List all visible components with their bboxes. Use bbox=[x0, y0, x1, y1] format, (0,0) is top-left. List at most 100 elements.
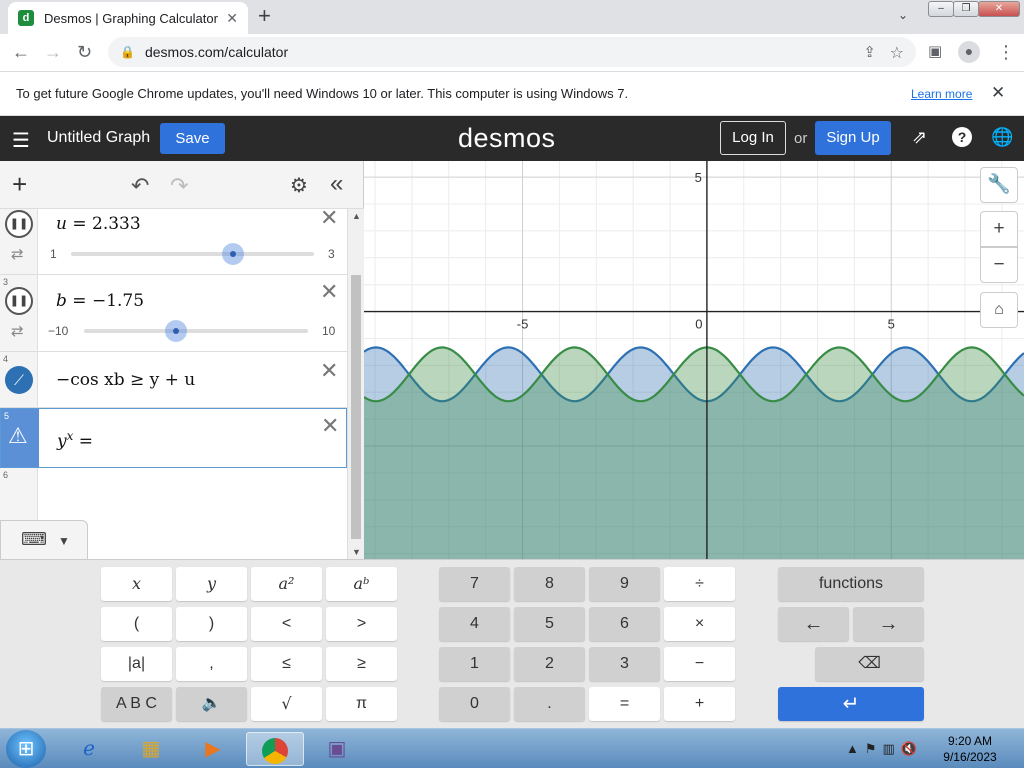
share-graph-icon[interactable]: ⇗ bbox=[912, 127, 927, 148]
multiply-key[interactable]: × bbox=[664, 607, 735, 641]
internet-explorer-icon[interactable]: ℯ bbox=[60, 732, 118, 766]
less-than-key[interactable]: < bbox=[251, 607, 322, 641]
zoom-out-icon[interactable]: − bbox=[980, 247, 1018, 283]
graph-svg[interactable]: -5 0 5 5 bbox=[364, 161, 1024, 559]
scroll-up-icon[interactable]: ▲ bbox=[352, 211, 361, 221]
scroll-down-icon[interactable]: ▼ bbox=[352, 547, 361, 557]
a-squared-key[interactable]: a² bbox=[251, 567, 322, 601]
digit-2-key[interactable]: 2 bbox=[514, 647, 585, 681]
y-key[interactable]: y bbox=[176, 567, 247, 601]
close-paren-key[interactable]: ) bbox=[176, 607, 247, 641]
less-equal-key[interactable]: ≤ bbox=[251, 647, 322, 681]
expression-scrollbar[interactable]: ▲ ▼ bbox=[347, 209, 364, 559]
greater-than-key[interactable]: > bbox=[326, 607, 397, 641]
abc-key[interactable]: A B C bbox=[101, 687, 172, 721]
action-center-flag-icon[interactable]: ⚑ bbox=[865, 741, 883, 756]
show-hidden-icons-icon[interactable]: ▲ bbox=[846, 741, 865, 756]
add-item-icon[interactable]: + bbox=[12, 171, 27, 197]
x-key[interactable]: x bbox=[101, 567, 172, 601]
delete-expression-icon[interactable]: ✕ bbox=[320, 209, 338, 229]
digit-9-key[interactable]: 9 bbox=[589, 567, 660, 601]
minimize-window-icon[interactable]: – bbox=[928, 1, 954, 17]
chrome-taskbar-icon[interactable] bbox=[246, 732, 304, 766]
taskbar-clock[interactable]: 9:20 AM 9/16/2023 bbox=[940, 733, 1000, 765]
greater-equal-key[interactable]: ≥ bbox=[326, 647, 397, 681]
minus-key[interactable]: − bbox=[664, 647, 735, 681]
default-viewport-home-icon[interactable]: ⌂ bbox=[980, 292, 1018, 328]
chrome-menu-icon[interactable]: ⋮ bbox=[997, 42, 1015, 62]
profile-avatar-icon[interactable]: ● bbox=[958, 41, 980, 63]
restore-window-icon[interactable]: ❐ bbox=[953, 1, 979, 17]
app-window-icon[interactable]: ▣ bbox=[308, 732, 366, 766]
slider-track[interactable] bbox=[71, 252, 314, 256]
expression-math[interactable]: −cos xb ≥ y + u bbox=[56, 370, 195, 390]
functions-button[interactable]: functions bbox=[778, 567, 924, 601]
file-explorer-icon[interactable]: ▦ bbox=[122, 732, 180, 766]
keyboard-toggle[interactable]: ⌨ ▼ bbox=[0, 520, 88, 560]
left-arrow-key[interactable]: ← bbox=[778, 607, 849, 641]
graph-paper[interactable]: -5 0 5 5 bbox=[364, 161, 1024, 559]
collapse-list-icon[interactable]: « bbox=[330, 170, 343, 198]
expression-row-b[interactable]: 3 ❚❚ ⇄ b = −1.75 ✕ −10 10 bbox=[0, 275, 347, 352]
pause-animation-icon[interactable]: ❚❚ bbox=[5, 287, 33, 315]
decimal-key[interactable]: . bbox=[514, 687, 585, 721]
zoom-in-icon[interactable]: + bbox=[980, 211, 1018, 247]
loop-mode-icon[interactable]: ⇄ bbox=[11, 322, 24, 340]
help-icon[interactable]: ? bbox=[952, 127, 972, 147]
slider-track[interactable] bbox=[84, 329, 308, 333]
tab-search-chevron-icon[interactable]: ⌄ bbox=[898, 8, 908, 22]
volume-muted-icon[interactable]: 🔇 bbox=[901, 741, 923, 756]
redo-icon[interactable]: ↷ bbox=[170, 173, 188, 199]
right-arrow-key[interactable]: → bbox=[853, 607, 924, 641]
digit-3-key[interactable]: 3 bbox=[589, 647, 660, 681]
expression-math[interactable]: u = 2.333 bbox=[56, 214, 141, 234]
expression-row-active[interactable]: 5 ⚠ yx = ✕ bbox=[0, 408, 347, 468]
slider-max[interactable]: 3 bbox=[328, 247, 335, 261]
slider-handle[interactable] bbox=[164, 320, 187, 342]
save-button[interactable]: Save bbox=[160, 123, 225, 154]
digit-8-key[interactable]: 8 bbox=[514, 567, 585, 601]
lock-icon[interactable]: 🔒 bbox=[120, 45, 135, 59]
undo-icon[interactable]: ↶ bbox=[131, 173, 149, 199]
learn-more-link[interactable]: Learn more bbox=[911, 87, 972, 101]
side-panel-icon[interactable]: ▣ bbox=[928, 42, 942, 62]
expression-input[interactable]: yx = bbox=[57, 429, 93, 452]
delete-expression-icon[interactable]: ✕ bbox=[320, 360, 338, 382]
graph-settings-gear-icon[interactable]: ⚙ bbox=[290, 173, 308, 198]
shaded-region-color-icon[interactable]: ⟋ bbox=[5, 366, 33, 394]
graph-settings-wrench-icon[interactable]: 🔧 bbox=[980, 167, 1018, 203]
delete-expression-icon[interactable]: ✕ bbox=[320, 281, 338, 303]
comma-key[interactable]: , bbox=[176, 647, 247, 681]
digit-6-key[interactable]: 6 bbox=[589, 607, 660, 641]
slider-min[interactable]: 1 bbox=[50, 247, 57, 261]
scroll-thumb[interactable] bbox=[351, 275, 361, 539]
loop-mode-icon[interactable]: ⇄ bbox=[11, 245, 24, 263]
divide-key[interactable]: ÷ bbox=[664, 567, 735, 601]
bookmark-star-icon[interactable]: ☆ bbox=[890, 43, 904, 63]
log-in-button[interactable]: Log In bbox=[720, 121, 786, 155]
reload-icon[interactable]: ↻ bbox=[77, 42, 92, 62]
sign-up-button[interactable]: Sign Up bbox=[815, 121, 891, 155]
address-bar[interactable]: 🔒 desmos.com/calculator ⇪ ☆ bbox=[108, 37, 916, 67]
graph-title[interactable]: Untitled Graph bbox=[47, 129, 150, 147]
expression-row-inequality[interactable]: 4 ⟋ −cos xb ≥ y + u ✕ bbox=[0, 352, 347, 408]
infobar-close-icon[interactable]: ✕ bbox=[991, 83, 1005, 103]
pi-key[interactable]: π bbox=[326, 687, 397, 721]
windows-start-icon[interactable]: ⊞ bbox=[6, 730, 46, 768]
media-player-icon[interactable]: ▶ bbox=[184, 732, 242, 766]
plus-key[interactable]: + bbox=[664, 687, 735, 721]
slider-handle[interactable] bbox=[222, 243, 245, 265]
hamburger-menu-icon[interactable]: ☰ bbox=[12, 128, 30, 153]
share-icon[interactable]: ⇪ bbox=[863, 43, 876, 61]
backspace-key[interactable]: ⌫ bbox=[815, 647, 924, 681]
forward-arrow-icon[interactable]: → bbox=[44, 42, 62, 62]
sqrt-key[interactable]: √ bbox=[251, 687, 322, 721]
digit-1-key[interactable]: 1 bbox=[439, 647, 510, 681]
network-icon[interactable]: ▥ bbox=[883, 741, 901, 756]
slider-max[interactable]: 10 bbox=[322, 324, 335, 338]
language-globe-icon[interactable]: 🌐 bbox=[991, 127, 1013, 148]
expression-row-u[interactable]: ❚❚ ⇄ u = 2.333 ✕ 1 3 bbox=[0, 209, 347, 275]
tab-close-icon[interactable]: ✕ bbox=[226, 10, 238, 27]
digit-7-key[interactable]: 7 bbox=[439, 567, 510, 601]
digit-4-key[interactable]: 4 bbox=[439, 607, 510, 641]
